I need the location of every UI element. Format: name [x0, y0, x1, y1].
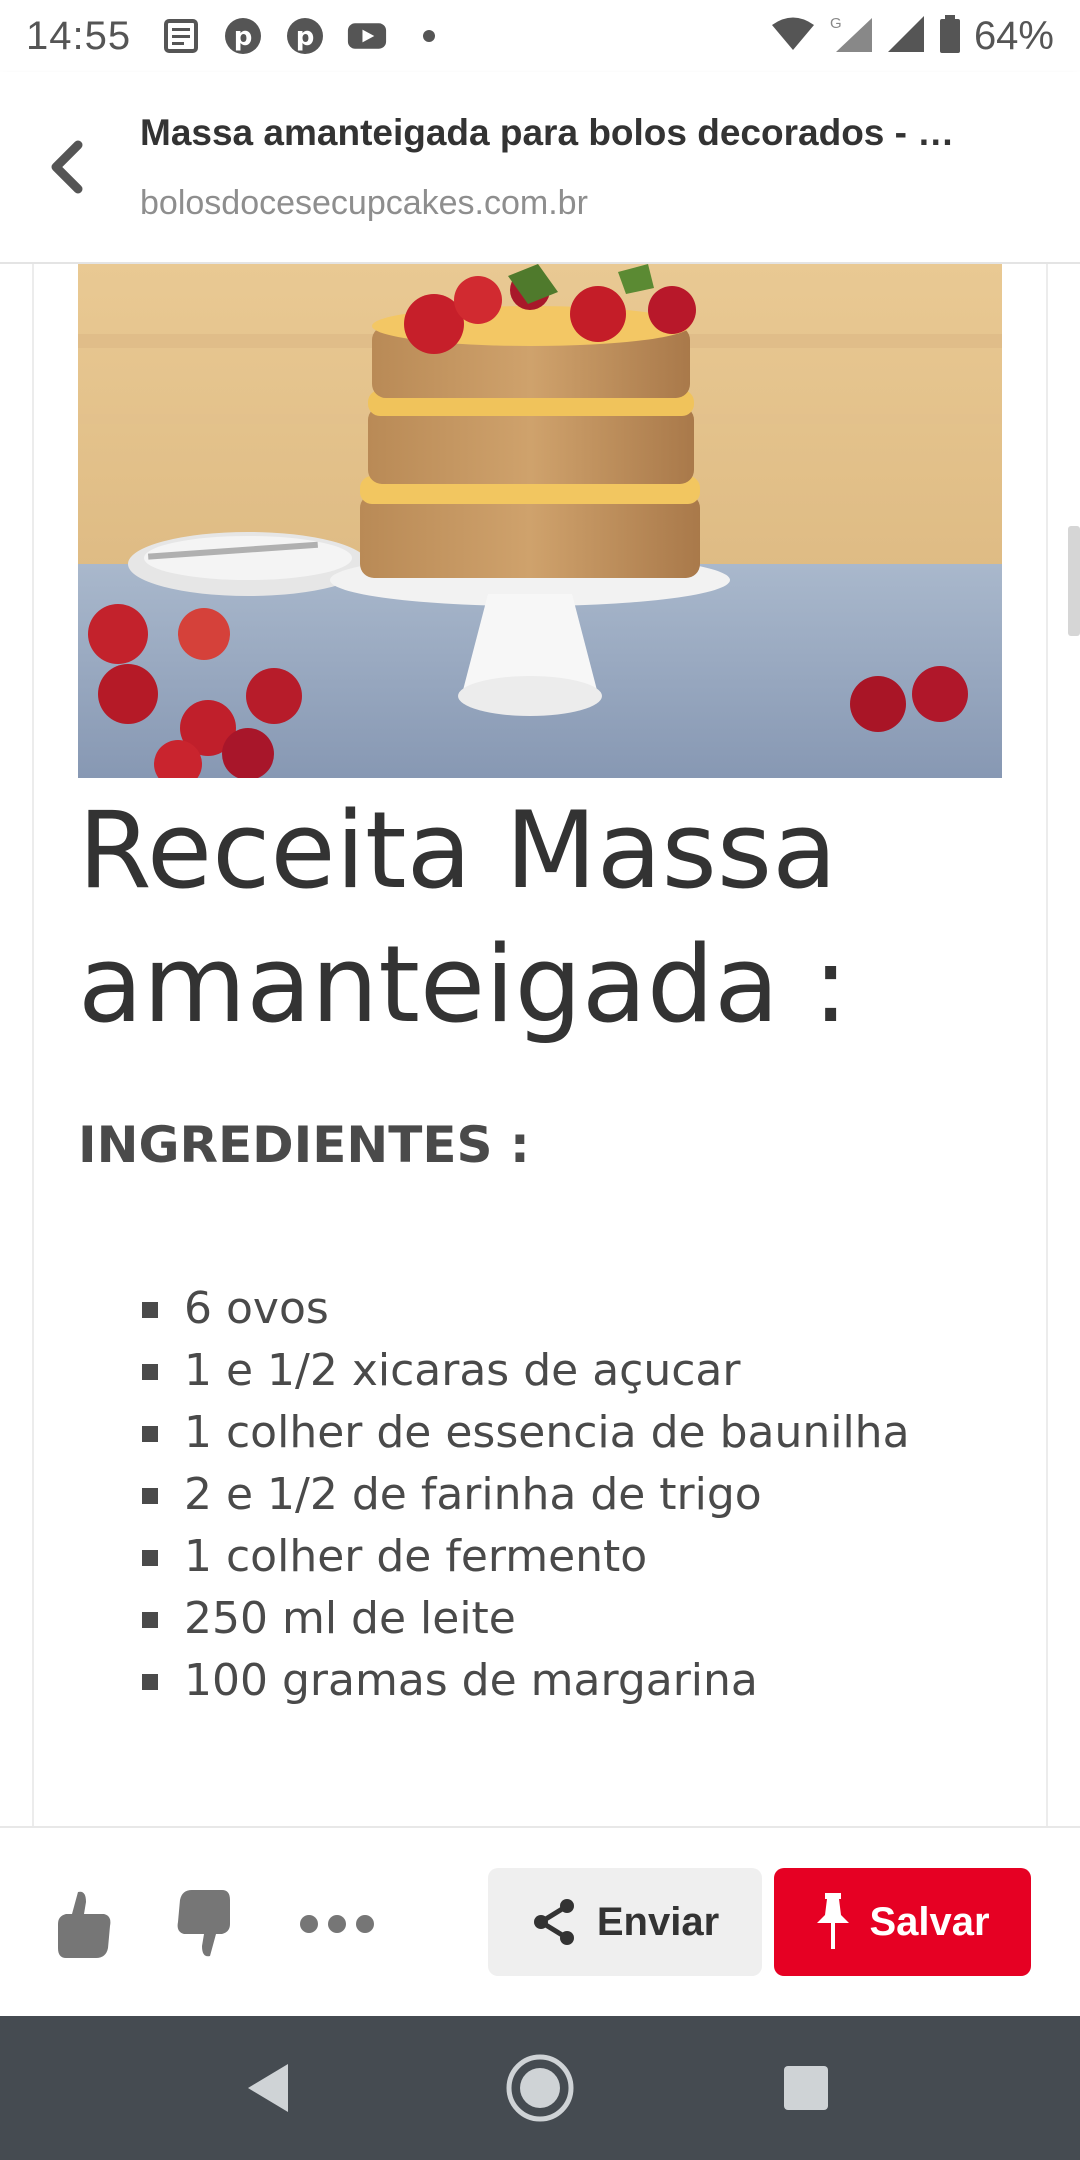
recipe-title: Receita Massa amanteigada : [78, 789, 849, 1046]
signal-g-icon: G [828, 14, 874, 58]
cake-photo[interactable] [78, 264, 1002, 778]
wifi-icon [770, 16, 816, 56]
battery-icon [938, 14, 962, 58]
list-item: 100 gramas de margarina [140, 1650, 910, 1712]
send-label: Enviar [596, 1899, 720, 1944]
svg-text:G: G [830, 15, 842, 32]
nav-back-button[interactable] [228, 2048, 308, 2128]
nav-recents-button[interactable] [766, 2048, 846, 2128]
youtube-icon [347, 16, 387, 56]
ingredient-text: 1 e 1/2 xicaras de açucar [184, 1345, 741, 1396]
more-button[interactable] [292, 1884, 382, 1964]
list-item: 1 colher de fermento [140, 1526, 910, 1588]
ingredient-text: 100 gramas de margarina [184, 1655, 758, 1706]
nav-recents-icon [784, 2066, 828, 2110]
status-time: 14:55 [26, 13, 132, 58]
ingredient-text: 6 ovos [184, 1283, 329, 1334]
bullet-icon [142, 1674, 158, 1690]
news-icon [161, 16, 201, 56]
svg-text:p: p [296, 22, 315, 52]
list-item: 250 ml de leite [140, 1588, 910, 1650]
scrollbar[interactable] [1068, 526, 1080, 636]
signal-icon [886, 14, 926, 58]
bullet-icon [142, 1612, 158, 1628]
battery-percent: 64% [973, 13, 1054, 58]
ingredient-text: 1 colher de essencia de baunilha [184, 1407, 910, 1458]
bullet-icon [142, 1364, 158, 1380]
svg-text:p: p [234, 22, 253, 52]
list-item: 2 e 1/2 de farinha de trigo [140, 1464, 910, 1526]
source-url[interactable]: bolosdocesecupcakes.com.br [140, 184, 588, 223]
list-item: 6 ovos [140, 1278, 910, 1340]
pin-header: Massa amanteigada para bolos decorados -… [0, 72, 1080, 264]
pin-content: Receita Massa amanteigada : INGREDIENTES… [0, 264, 1080, 1826]
nav-back-icon [248, 2064, 288, 2112]
pin-icon [817, 1893, 850, 1949]
nav-home-button[interactable] [500, 2048, 580, 2128]
status-bar: 14:55 p p G 64% [0, 0, 1080, 72]
back-button[interactable] [36, 132, 96, 202]
thumbs-down-icon [177, 1890, 230, 1957]
system-icons: G 64% [770, 14, 1054, 59]
system-nav-bar [0, 2016, 1080, 2160]
send-button[interactable]: Enviar [488, 1868, 762, 1976]
ingredient-text: 250 ml de leite [184, 1593, 516, 1644]
ingredient-text: 2 e 1/2 de farinha de trigo [184, 1469, 762, 1520]
ingredient-text: 1 colher de fermento [184, 1531, 648, 1582]
bullet-icon [142, 1488, 158, 1504]
chevron-left-icon [51, 140, 83, 194]
page-title[interactable]: Massa amanteigada para bolos decorados -… [140, 112, 1020, 154]
save-button[interactable]: Salvar [774, 1868, 1031, 1976]
bullet-icon [142, 1550, 158, 1566]
ingredients-list: 6 ovos 1 e 1/2 xicaras de açucar 1 colhe… [140, 1278, 910, 1712]
dislike-button[interactable] [164, 1884, 244, 1964]
more-icon [300, 1915, 374, 1933]
pinterest-icon: p [223, 16, 263, 56]
bullet-icon [142, 1302, 158, 1318]
thumbs-up-icon [58, 1891, 111, 1958]
action-bar: Enviar Salvar [0, 1826, 1080, 2016]
cake-image [78, 264, 1002, 778]
list-item: 1 e 1/2 xicaras de açucar [140, 1340, 910, 1402]
notification-icons: p p [161, 16, 449, 56]
bullet-icon [142, 1426, 158, 1442]
dot-icon [409, 16, 449, 56]
pinterest-icon: p [285, 16, 325, 56]
list-item: 1 colher de essencia de baunilha [140, 1402, 910, 1464]
like-button[interactable] [44, 1884, 124, 1964]
ingredients-heading: INGREDIENTES : [78, 1116, 530, 1174]
nav-home-icon [506, 2054, 574, 2122]
share-icon [533, 1899, 574, 1945]
save-label: Salvar [869, 1899, 990, 1944]
